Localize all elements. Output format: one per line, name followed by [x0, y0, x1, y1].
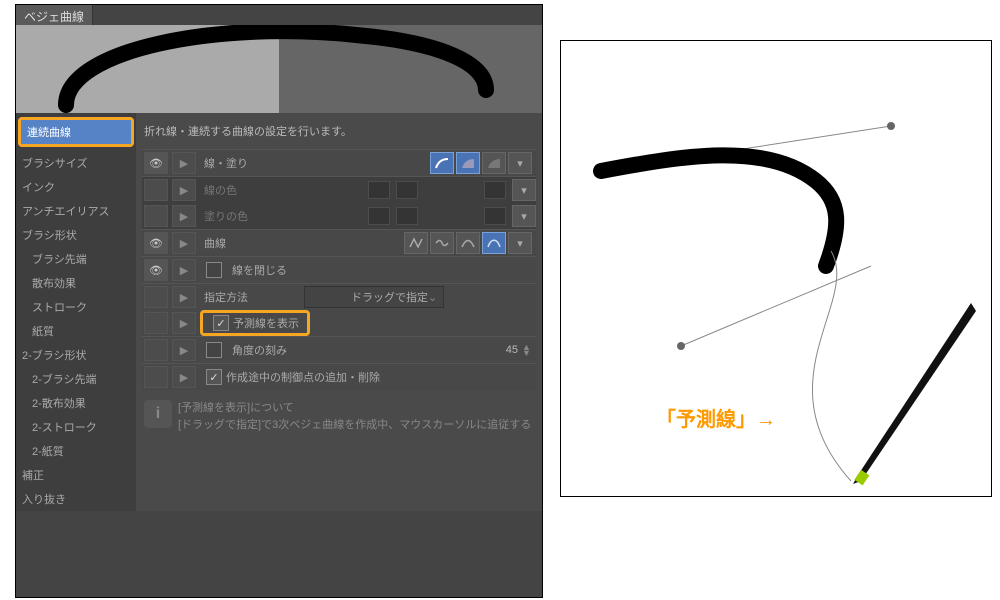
- curve-type-options: ▾: [404, 232, 532, 254]
- eye-icon[interactable]: [144, 286, 168, 308]
- curve-type-spline[interactable]: [430, 232, 454, 254]
- eye-icon[interactable]: [144, 312, 168, 334]
- info-icon: i: [144, 400, 172, 428]
- sidebar-item-correction[interactable]: 補正: [16, 463, 136, 487]
- label-line-color: 線の色: [204, 182, 284, 198]
- checkbox-add-remove-points[interactable]: ✓: [206, 369, 222, 385]
- sidebar-item-continuous-curve[interactable]: 連続曲線: [21, 120, 131, 144]
- expand-arrow-icon[interactable]: ▶: [172, 205, 196, 227]
- checkbox-close-line[interactable]: [206, 262, 222, 278]
- sidebar-item-spray2[interactable]: 2-散布効果: [16, 391, 136, 415]
- expand-arrow-icon[interactable]: ▶: [172, 286, 196, 308]
- eye-icon[interactable]: [144, 205, 168, 227]
- eye-icon[interactable]: 👁: [144, 152, 168, 174]
- dropdown-specify-method[interactable]: ドラッグで指定 ⌄: [304, 286, 444, 308]
- fill-mode-fill[interactable]: [456, 152, 480, 174]
- stepper-angle-step[interactable]: ▲▼: [522, 344, 532, 356]
- row-show-prediction: ▶ ✓ 予測線を表示: [142, 310, 536, 336]
- sidebar-item-starting-ending[interactable]: 入り抜き: [16, 487, 136, 511]
- swatch-fill-3[interactable]: [484, 207, 506, 225]
- swatch-line-1[interactable]: [368, 181, 390, 199]
- tool-settings-panel: ベジェ曲線 連続曲線 ブラシサイズ インク アンチエイリアス ブラシ形状 ブラシ…: [15, 4, 543, 598]
- section-description: 折れ線・連続する曲線の設定を行います。: [142, 119, 536, 149]
- row-add-remove-points: ▶ ✓ 作成途中の制御点の追加・削除: [142, 363, 536, 390]
- chevron-down-icon: ⌄: [428, 291, 437, 304]
- brush-preview: [16, 25, 542, 113]
- row-specify-method: ▶ 指定方法 ドラッグで指定 ⌄: [142, 283, 536, 310]
- sidebar-item-brush-size[interactable]: ブラシサイズ: [16, 151, 136, 175]
- curve-type-quad[interactable]: [456, 232, 480, 254]
- sidebar-highlight: 連続曲線: [18, 117, 134, 147]
- info-body: [ドラッグで指定]で3次ベジェ曲線を作成中、マウスカーソルに追従する: [178, 417, 531, 434]
- curve-dropdown[interactable]: ▾: [508, 232, 532, 254]
- checkbox-show-prediction[interactable]: ✓: [213, 315, 229, 331]
- label-fill-color: 塗りの色: [204, 208, 284, 224]
- annotation-prediction-line: 「予測線」→: [656, 403, 776, 432]
- fill-mode-both[interactable]: [482, 152, 506, 174]
- sidebar-item-texture[interactable]: 紙質: [16, 319, 136, 343]
- stylus-pen-icon: [853, 303, 976, 485]
- label-angle-step: 角度の刻み: [232, 342, 312, 358]
- fill-color-dropdown[interactable]: ▾: [512, 205, 536, 227]
- dropdown-value: ドラッグで指定: [351, 289, 428, 305]
- expand-arrow-icon[interactable]: ▶: [172, 179, 196, 201]
- prediction-illustration: 「予測線」→: [560, 40, 992, 497]
- row-curve: 👁 ▶ 曲線 ▾: [142, 229, 536, 256]
- line-fill-options: ▾: [430, 152, 532, 174]
- sidebar-item-texture2[interactable]: 2-紙質: [16, 439, 136, 463]
- sidebar-item-stroke[interactable]: ストローク: [16, 295, 136, 319]
- line-color-dropdown[interactable]: ▾: [512, 179, 536, 201]
- sidebar-item-stroke2[interactable]: 2-ストローク: [16, 415, 136, 439]
- expand-arrow-icon[interactable]: ▶: [172, 366, 196, 388]
- settings-sidebar: 連続曲線 ブラシサイズ インク アンチエイリアス ブラシ形状 ブラシ先端 散布効…: [16, 113, 136, 511]
- preview-light-bg: [16, 25, 279, 113]
- swatch-fill-1[interactable]: [368, 207, 390, 225]
- sidebar-item-brush-shape[interactable]: ブラシ形状: [16, 223, 136, 247]
- sidebar-item-brush-tip[interactable]: ブラシ先端: [16, 247, 136, 271]
- label-close-line: 線を閉じる: [232, 262, 312, 278]
- settings-content: 折れ線・連続する曲線の設定を行います。 👁 ▶ 線・塗り ▾ ▶ 線の色: [136, 113, 542, 511]
- eye-icon[interactable]: 👁: [144, 232, 168, 254]
- fill-mode-outline[interactable]: [430, 152, 454, 174]
- sidebar-item-brush-shape2[interactable]: 2-ブラシ形状: [16, 343, 136, 367]
- highlight-prediction-option: ✓ 予測線を表示: [200, 310, 310, 336]
- curve-type-polyline[interactable]: [404, 232, 428, 254]
- swatch-line-2[interactable]: [396, 181, 418, 199]
- eye-icon[interactable]: [144, 366, 168, 388]
- expand-arrow-icon[interactable]: ▶: [172, 152, 196, 174]
- fill-mode-dropdown[interactable]: ▾: [508, 152, 532, 174]
- value-angle-step[interactable]: 45: [506, 344, 518, 356]
- sidebar-item-brush-tip2[interactable]: 2-ブラシ先端: [16, 367, 136, 391]
- label-add-remove-points: 作成途中の制御点の追加・削除: [226, 369, 380, 385]
- row-close-line: 👁 ▶ 線を閉じる: [142, 256, 536, 283]
- eye-icon[interactable]: [144, 179, 168, 201]
- expand-arrow-icon[interactable]: ▶: [172, 232, 196, 254]
- row-line-color: ▶ 線の色 ▾: [142, 176, 536, 203]
- checkbox-angle-step[interactable]: [206, 342, 222, 358]
- row-fill-color: ▶ 塗りの色 ▾: [142, 203, 536, 229]
- info-box: i [予測線を表示]について [ドラッグで指定]で3次ベジェ曲線を作成中、マウス…: [142, 396, 536, 437]
- label-curve: 曲線: [204, 235, 284, 251]
- swatch-line-3[interactable]: [484, 181, 506, 199]
- expand-arrow-icon[interactable]: ▶: [172, 312, 196, 334]
- sidebar-item-ink[interactable]: インク: [16, 175, 136, 199]
- info-title: [予測線を表示]について: [178, 400, 531, 417]
- row-line-fill: 👁 ▶ 線・塗り ▾: [142, 149, 536, 176]
- label-show-prediction: 予測線を表示: [233, 315, 299, 331]
- curve-type-cubic-bezier[interactable]: [482, 232, 506, 254]
- sidebar-item-spray[interactable]: 散布効果: [16, 271, 136, 295]
- preview-dark-bg: [279, 25, 542, 113]
- eye-icon[interactable]: 👁: [144, 259, 168, 281]
- expand-arrow-icon[interactable]: ▶: [172, 259, 196, 281]
- label-specify-method: 指定方法: [204, 289, 284, 305]
- eye-icon[interactable]: [144, 339, 168, 361]
- expand-arrow-icon[interactable]: ▶: [172, 339, 196, 361]
- label-line-fill: 線・塗り: [204, 155, 284, 171]
- row-angle-step: ▶ 角度の刻み 45 ▲▼: [142, 336, 536, 363]
- sidebar-item-antialias[interactable]: アンチエイリアス: [16, 199, 136, 223]
- swatch-fill-2[interactable]: [396, 207, 418, 225]
